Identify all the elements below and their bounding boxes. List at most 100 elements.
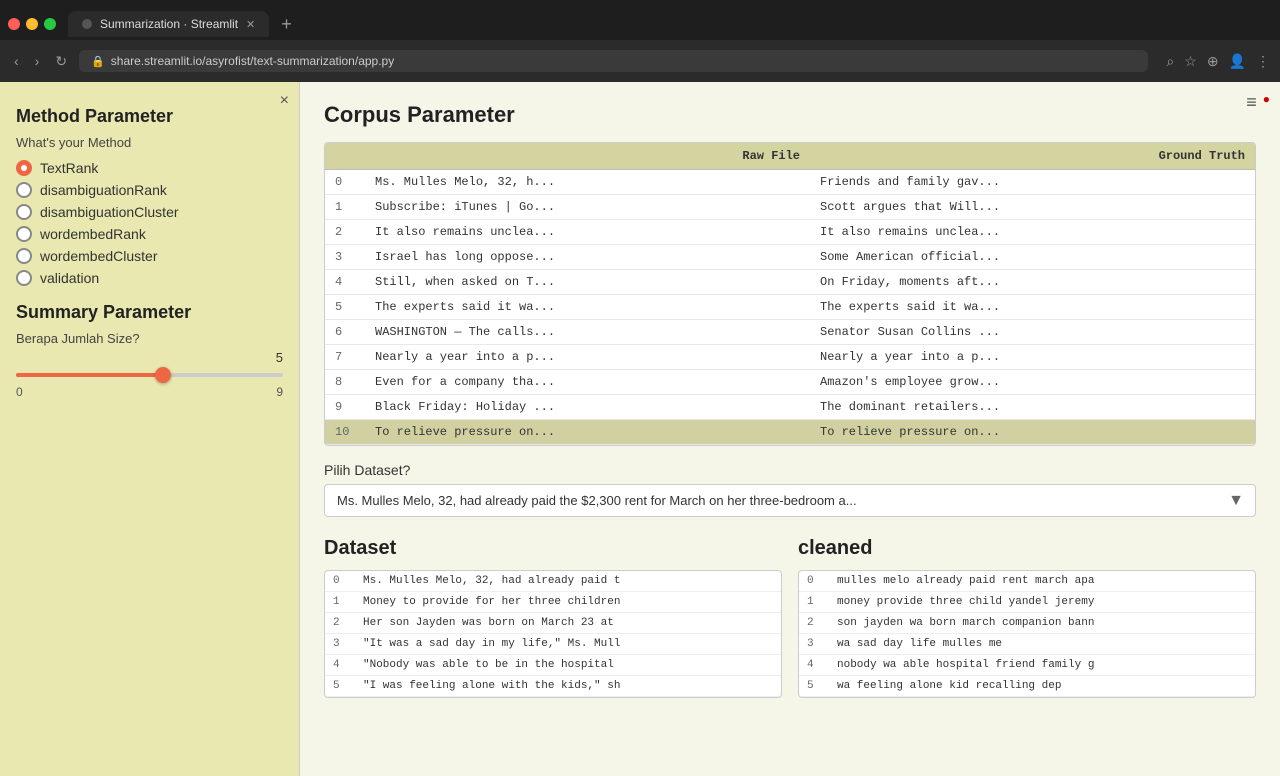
radio-validation[interactable]: validation xyxy=(16,270,283,286)
tab-label: Summarization · Streamlit xyxy=(100,17,238,31)
corpus-row-truth: Nearly a year into a p... xyxy=(810,345,1255,370)
corpus-row[interactable]: 2 It also remains unclea... It also rema… xyxy=(325,220,1255,245)
cleaned-row: 3 wa sad day life mulles me xyxy=(799,634,1255,655)
corpus-row-raw: The experts said it wa... xyxy=(365,295,810,320)
cleaned-row-idx: 4 xyxy=(799,655,829,676)
corpus-row[interactable]: 5 The experts said it wa... The experts … xyxy=(325,295,1255,320)
reload-button[interactable]: ↻ xyxy=(51,53,71,70)
corpus-row-truth: Some American official... xyxy=(810,245,1255,270)
radio-validation-circle xyxy=(16,270,32,286)
dataset-row-idx: 5 xyxy=(325,676,355,697)
cleaned-row-text: son jayden wa born march companion bann xyxy=(829,613,1255,634)
slider-max: 9 xyxy=(276,385,283,399)
cleaned-row-text: money provide three child yandel jeremy xyxy=(829,592,1255,613)
cleaned-row: 0 mulles melo already paid rent march ap… xyxy=(799,571,1255,592)
back-button[interactable]: ‹ xyxy=(10,53,23,69)
slider-container xyxy=(16,373,283,377)
cleaned-title: cleaned xyxy=(798,537,1256,560)
corpus-table-header: Raw File Ground Truth xyxy=(325,143,1255,170)
menu-icon[interactable]: ⋮ xyxy=(1256,53,1270,70)
dataset-row: 4 "Nobody was able to be in the hospital xyxy=(325,655,781,676)
radio-disambiguationrank[interactable]: disambiguationRank xyxy=(16,182,283,198)
corpus-row[interactable]: 9 Black Friday: Holiday ... The dominant… xyxy=(325,395,1255,420)
bookmark-icon[interactable]: ☆ xyxy=(1184,53,1197,70)
corpus-row[interactable]: 8 Even for a company tha... Amazon's emp… xyxy=(325,370,1255,395)
slider-label: Berapa Jumlah Size? xyxy=(16,331,283,346)
radio-textrank-circle xyxy=(16,160,32,176)
cleaned-table-container: 0 mulles melo already paid rent march ap… xyxy=(798,570,1256,698)
cleaned-row-text: wa feeling alone kid recalling dep xyxy=(829,676,1255,697)
search-icon[interactable]: ⌕ xyxy=(1166,53,1174,70)
profile-icon[interactable]: 👤 xyxy=(1229,53,1246,70)
cleaned-row-idx: 2 xyxy=(799,613,829,634)
cleaned-row: 4 nobody wa able hospital friend family … xyxy=(799,655,1255,676)
fullscreen-traffic-light[interactable] xyxy=(44,18,56,30)
corpus-row-raw: Ms. Mulles Melo, 32, h... xyxy=(365,170,810,195)
minimize-traffic-light[interactable] xyxy=(26,18,38,30)
dataset-col: Dataset 0 Ms. Mulles Melo, 32, had alrea… xyxy=(324,537,782,698)
traffic-lights xyxy=(8,18,56,30)
corpus-row-idx: 8 xyxy=(325,370,365,395)
radio-wordembedrank-label: wordembedRank xyxy=(40,226,146,242)
corpus-row-raw: Even for a company tha... xyxy=(365,370,810,395)
radio-wordembedcluster-label: wordembedCluster xyxy=(40,248,158,264)
corpus-row-raw: Subscribe: iTunes | Go... xyxy=(365,195,810,220)
col-raw-file: Raw File xyxy=(365,143,810,170)
corpus-row-idx: 0 xyxy=(325,170,365,195)
active-tab[interactable]: Summarization · Streamlit ✕ xyxy=(68,11,269,37)
corpus-row-idx: 2 xyxy=(325,220,365,245)
corpus-row[interactable]: 1 Subscribe: iTunes | Go... Scott argues… xyxy=(325,195,1255,220)
corpus-row-truth: To relieve pressure on... xyxy=(810,420,1255,445)
corpus-row[interactable]: 0 Ms. Mulles Melo, 32, h... Friends and … xyxy=(325,170,1255,195)
corpus-row[interactable]: 10 To relieve pressure on... To relieve … xyxy=(325,420,1255,445)
corpus-row-truth: The experts said it wa... xyxy=(810,295,1255,320)
slider-range: 0 9 xyxy=(16,385,283,399)
dataset-row-text: Ms. Mulles Melo, 32, had already paid t xyxy=(355,571,781,592)
forward-button[interactable]: › xyxy=(31,53,44,69)
corpus-row-truth: Scott argues that Will... xyxy=(810,195,1255,220)
col-index xyxy=(325,143,365,170)
dataset-row-text: "I was feeling alone with the kids," sh xyxy=(355,676,781,697)
cleaned-col: cleaned 0 mulles melo already paid rent … xyxy=(798,537,1256,698)
col-ground-truth: Ground Truth xyxy=(810,143,1255,170)
hamburger-icon[interactable]: ≡ xyxy=(1246,92,1257,113)
corpus-row-idx: 1 xyxy=(325,195,365,220)
dataset-row-text: "It was a sad day in my life," Ms. Mull xyxy=(355,634,781,655)
dataset-row-text: "Nobody was able to be in the hospital xyxy=(355,655,781,676)
summary-section: Summary Parameter Berapa Jumlah Size? 5 … xyxy=(16,302,283,399)
corpus-row[interactable]: 3 Israel has long oppose... Some America… xyxy=(325,245,1255,270)
dataset-row: 1 Money to provide for her three childre… xyxy=(325,592,781,613)
browser-controls: ‹ › ↻ 🔒 share.streamlit.io/asyrofist/tex… xyxy=(0,40,1280,82)
pilih-dropdown-wrapper: Ms. Mulles Melo, 32, had already paid th… xyxy=(324,484,1256,517)
corpus-row-idx: 4 xyxy=(325,270,365,295)
corpus-row[interactable]: 4 Still, when asked on T... On Friday, m… xyxy=(325,270,1255,295)
main-wrapper: ≡ ● Corpus Parameter Raw File Ground Tru… xyxy=(300,82,1280,776)
cleaned-table-body: 0 mulles melo already paid rent march ap… xyxy=(799,571,1255,697)
sidebar-close-button[interactable]: × xyxy=(280,92,289,110)
url-bar[interactable]: 🔒 share.streamlit.io/asyrofist/text-summ… xyxy=(79,50,1148,72)
radio-disambiguationcluster-circle xyxy=(16,204,32,220)
tab-close-button[interactable]: ✕ xyxy=(246,18,255,31)
cleaned-table: 0 mulles melo already paid rent march ap… xyxy=(799,571,1255,697)
dataset-table: 0 Ms. Mulles Melo, 32, had already paid … xyxy=(325,571,781,697)
radio-disambiguationcluster-label: disambiguationCluster xyxy=(40,204,179,220)
corpus-row[interactable]: 6 WASHINGTON — The calls... Senator Susa… xyxy=(325,320,1255,345)
slider-thumb[interactable] xyxy=(155,367,171,383)
new-tab-button[interactable]: + xyxy=(273,14,300,35)
radio-textrank[interactable]: TextRank xyxy=(16,160,283,176)
pilih-dropdown[interactable]: Ms. Mulles Melo, 32, had already paid th… xyxy=(324,484,1256,517)
method-parameter-title: Method Parameter xyxy=(16,106,283,127)
corpus-row[interactable]: 7 Nearly a year into a p... Nearly a yea… xyxy=(325,345,1255,370)
radio-disambiguationcluster[interactable]: disambiguationCluster xyxy=(16,204,283,220)
cleaned-row-text: nobody wa able hospital friend family g xyxy=(829,655,1255,676)
extension-icon[interactable]: ⊕ xyxy=(1207,53,1219,70)
radio-wordembedrank[interactable]: wordembedRank xyxy=(16,226,283,242)
corpus-table-body: 0 Ms. Mulles Melo, 32, h... Friends and … xyxy=(325,170,1255,445)
radio-wordembedcluster[interactable]: wordembedCluster xyxy=(16,248,283,264)
browser-window: Summarization · Streamlit ✕ + ‹ › ↻ 🔒 sh… xyxy=(0,0,1280,776)
content-area: × Method Parameter What's your Method Te… xyxy=(0,82,1280,776)
corpus-row-truth: It also remains unclea... xyxy=(810,220,1255,245)
corpus-row-raw: To relieve pressure on... xyxy=(365,420,810,445)
tab-favicon xyxy=(82,19,92,29)
close-traffic-light[interactable] xyxy=(8,18,20,30)
